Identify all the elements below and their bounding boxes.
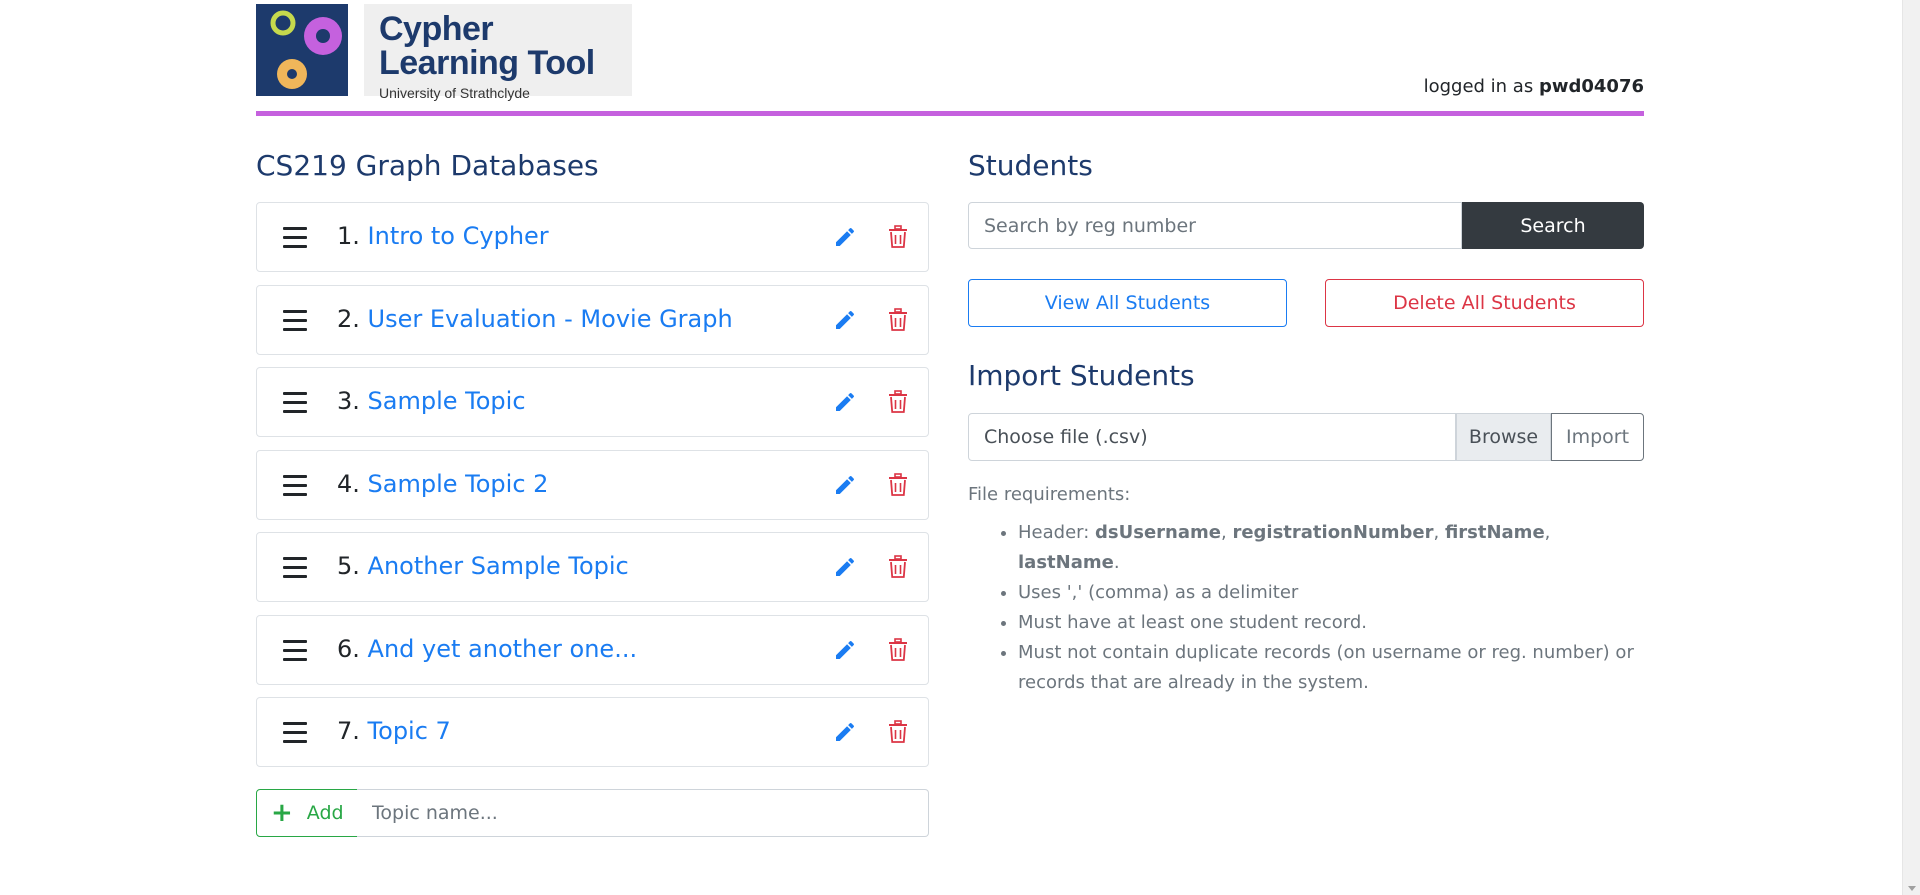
login-prefix: logged in as (1423, 76, 1534, 97)
drag-handle-icon[interactable] (283, 475, 307, 497)
topic-card: 6. And yet another one... (256, 615, 929, 685)
topic-number: 7. (337, 717, 360, 745)
topic-card: 3. Sample Topic (256, 367, 929, 437)
topic-title: 1. Intro to Cypher (337, 220, 549, 252)
add-topic-button[interactable]: + Add (256, 789, 358, 837)
trash-icon[interactable] (887, 308, 909, 332)
drag-handle-icon[interactable] (283, 392, 307, 414)
trash-icon[interactable] (887, 473, 909, 497)
edit-icon[interactable] (833, 555, 857, 579)
topic-number: 5. (337, 552, 360, 580)
topic-title: 6. And yet another one... (337, 633, 637, 665)
logo-icon (256, 4, 348, 96)
students-heading: Students (968, 149, 1093, 182)
header-divider (256, 111, 1644, 116)
view-all-students-button[interactable]: View All Students (968, 279, 1287, 327)
file-chooser[interactable]: Choose file (.csv) (968, 413, 1456, 461)
topic-title: 7. Topic 7 (337, 715, 451, 747)
trash-icon[interactable] (887, 638, 909, 662)
topic-link[interactable]: User Evaluation - Movie Graph (368, 305, 733, 333)
topic-card: 1. Intro to Cypher (256, 202, 929, 272)
login-status: logged in as pwd04076 (1424, 76, 1644, 98)
file-requirements-list: Header: dsUsername, registrationNumber, … (968, 518, 1644, 698)
topic-link[interactable]: Intro to Cypher (368, 222, 549, 250)
requirement-header-prefix: Header: (1018, 522, 1090, 543)
topic-card: 2. User Evaluation - Movie Graph (256, 285, 929, 355)
topic-link[interactable]: And yet another one... (368, 635, 638, 663)
trash-icon[interactable] (887, 390, 909, 414)
topic-card: 7. Topic 7 (256, 697, 929, 767)
topic-number: 2. (337, 305, 360, 333)
topic-link[interactable]: Sample Topic (368, 387, 526, 415)
requirement-item: Must not contain duplicate records (on u… (1018, 638, 1644, 698)
logo-wordmark: Cypher Learning Tool University of Strat… (364, 4, 632, 100)
topic-name-input[interactable] (357, 789, 929, 837)
requirement-item: Uses ',' (comma) as a delimiter (1018, 578, 1644, 608)
topic-number: 1. (337, 222, 360, 250)
header-field: firstName (1444, 522, 1545, 543)
topic-card: 4. Sample Topic 2 (256, 450, 929, 520)
edit-icon[interactable] (833, 638, 857, 662)
search-input[interactable] (968, 202, 1462, 249)
topic-number: 3. (337, 387, 360, 415)
add-topic-label: Add (306, 802, 344, 824)
page-container: Cypher Learning Tool University of Strat… (256, 0, 1644, 895)
edit-icon[interactable] (833, 225, 857, 249)
browse-button[interactable]: Browse (1456, 413, 1551, 461)
trash-icon[interactable] (887, 555, 909, 579)
topic-number: 6. (337, 635, 360, 663)
topic-title: 3. Sample Topic (337, 385, 526, 417)
plus-icon: + (271, 798, 293, 828)
topic-title: 4. Sample Topic 2 (337, 468, 548, 500)
topic-number: 4. (337, 470, 360, 498)
edit-icon[interactable] (833, 308, 857, 332)
requirement-header: Header: dsUsername, registrationNumber, … (1018, 518, 1644, 578)
course-title: CS219 Graph Databases (256, 149, 599, 182)
vertical-scrollbar[interactable] (1902, 0, 1920, 895)
scroll-down-arrow-icon[interactable] (1908, 886, 1916, 891)
drag-handle-icon[interactable] (283, 640, 307, 662)
topic-link[interactable]: Topic 7 (368, 717, 451, 745)
requirement-item: Must have at least one student record. (1018, 608, 1644, 638)
header-field: lastName (1018, 552, 1114, 573)
drag-handle-icon[interactable] (283, 227, 307, 249)
logo-title-line2: Learning Tool (379, 44, 595, 82)
edit-icon[interactable] (833, 390, 857, 414)
trash-icon[interactable] (887, 225, 909, 249)
file-requirements-title: File requirements: (968, 484, 1131, 505)
logo-title-line1: Cypher (379, 10, 494, 48)
drag-handle-icon[interactable] (283, 310, 307, 332)
logo-subtitle: University of Strathclyde (379, 85, 530, 101)
topic-title: 2. User Evaluation - Movie Graph (337, 303, 733, 335)
topic-link[interactable]: Sample Topic 2 (368, 470, 549, 498)
drag-handle-icon[interactable] (283, 557, 307, 579)
import-button[interactable]: Import (1551, 413, 1644, 461)
search-button[interactable]: Search (1462, 202, 1644, 249)
topic-link[interactable]: Another Sample Topic (368, 552, 629, 580)
import-heading: Import Students (968, 359, 1195, 392)
header-field: registrationNumber (1232, 522, 1434, 543)
topic-title: 5. Another Sample Topic (337, 550, 629, 582)
edit-icon[interactable] (833, 473, 857, 497)
drag-handle-icon[interactable] (283, 722, 307, 744)
edit-icon[interactable] (833, 720, 857, 744)
header-field: dsUsername (1095, 522, 1221, 543)
trash-icon[interactable] (887, 720, 909, 744)
logo-title: Cypher Learning Tool (379, 12, 595, 80)
topic-card: 5. Another Sample Topic (256, 532, 929, 602)
username: pwd04076 (1538, 76, 1644, 97)
delete-all-students-button[interactable]: Delete All Students (1325, 279, 1644, 327)
